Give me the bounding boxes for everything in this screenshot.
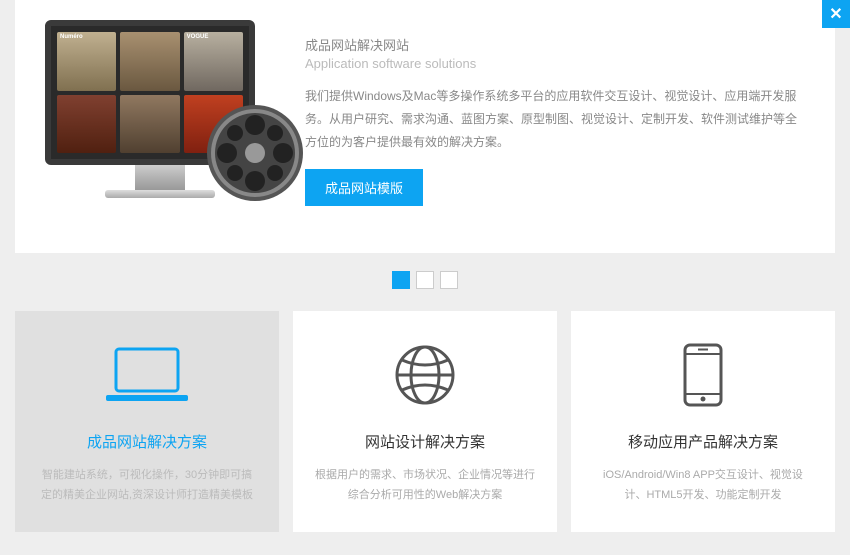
- card-title: 成品网站解决方案: [37, 431, 257, 452]
- card-desc: 根据用户的需求、市场状况、企业情况等进行综合分析可用性的Web解决方案: [315, 466, 535, 506]
- hero-content: Numéro VOGUE: [45, 20, 805, 206]
- mobile-icon: [593, 339, 813, 411]
- pager-dot-2[interactable]: [416, 271, 434, 289]
- hero-text: 成品网站解决网站 Application software solutions …: [305, 20, 805, 206]
- hero-title-cn: 成品网站解决网站: [305, 35, 805, 54]
- mag-label: Numéro: [60, 34, 83, 40]
- close-icon[interactable]: ✕: [822, 0, 850, 28]
- laptop-icon: [37, 339, 257, 411]
- card-mobile-app[interactable]: 移动应用产品解决方案 iOS/Android/Win8 APP交互设计、视觉设计…: [571, 311, 835, 532]
- card-website-template[interactable]: 成品网站解决方案 智能建站系统，可视化操作，30分钟即可搞定的精美企业网站,资深…: [15, 311, 279, 532]
- hero-cta-button[interactable]: 成品网站模版: [305, 169, 423, 206]
- card-desc: 智能建站系统，可视化操作，30分钟即可搞定的精美企业网站,资深设计师打造精美模板: [37, 466, 257, 506]
- film-reel-icon: [205, 103, 305, 203]
- hero-description: 我们提供Windows及Mac等多操作系统多平台的应用软件交互设计、视觉设计、应…: [305, 85, 805, 153]
- card-title: 网站设计解决方案: [315, 431, 535, 452]
- hero-banner: ✕ Numéro VOGUE: [15, 0, 835, 253]
- carousel-pager: [0, 271, 850, 289]
- pager-dot-1[interactable]: [392, 271, 410, 289]
- hero-title-en: Application software solutions: [305, 56, 805, 71]
- globe-icon: [315, 339, 535, 411]
- card-desc: iOS/Android/Win8 APP交互设计、视觉设计、HTML5开发、功能…: [593, 466, 813, 506]
- feature-cards: 成品网站解决方案 智能建站系统，可视化操作，30分钟即可搞定的精美企业网站,资深…: [0, 311, 850, 532]
- card-title: 移动应用产品解决方案: [593, 431, 813, 452]
- pager-dot-3[interactable]: [440, 271, 458, 289]
- hero-illustration: Numéro VOGUE: [45, 20, 275, 198]
- card-web-design[interactable]: 网站设计解决方案 根据用户的需求、市场状况、企业情况等进行综合分析可用性的Web…: [293, 311, 557, 532]
- mag-label: VOGUE: [187, 34, 209, 40]
